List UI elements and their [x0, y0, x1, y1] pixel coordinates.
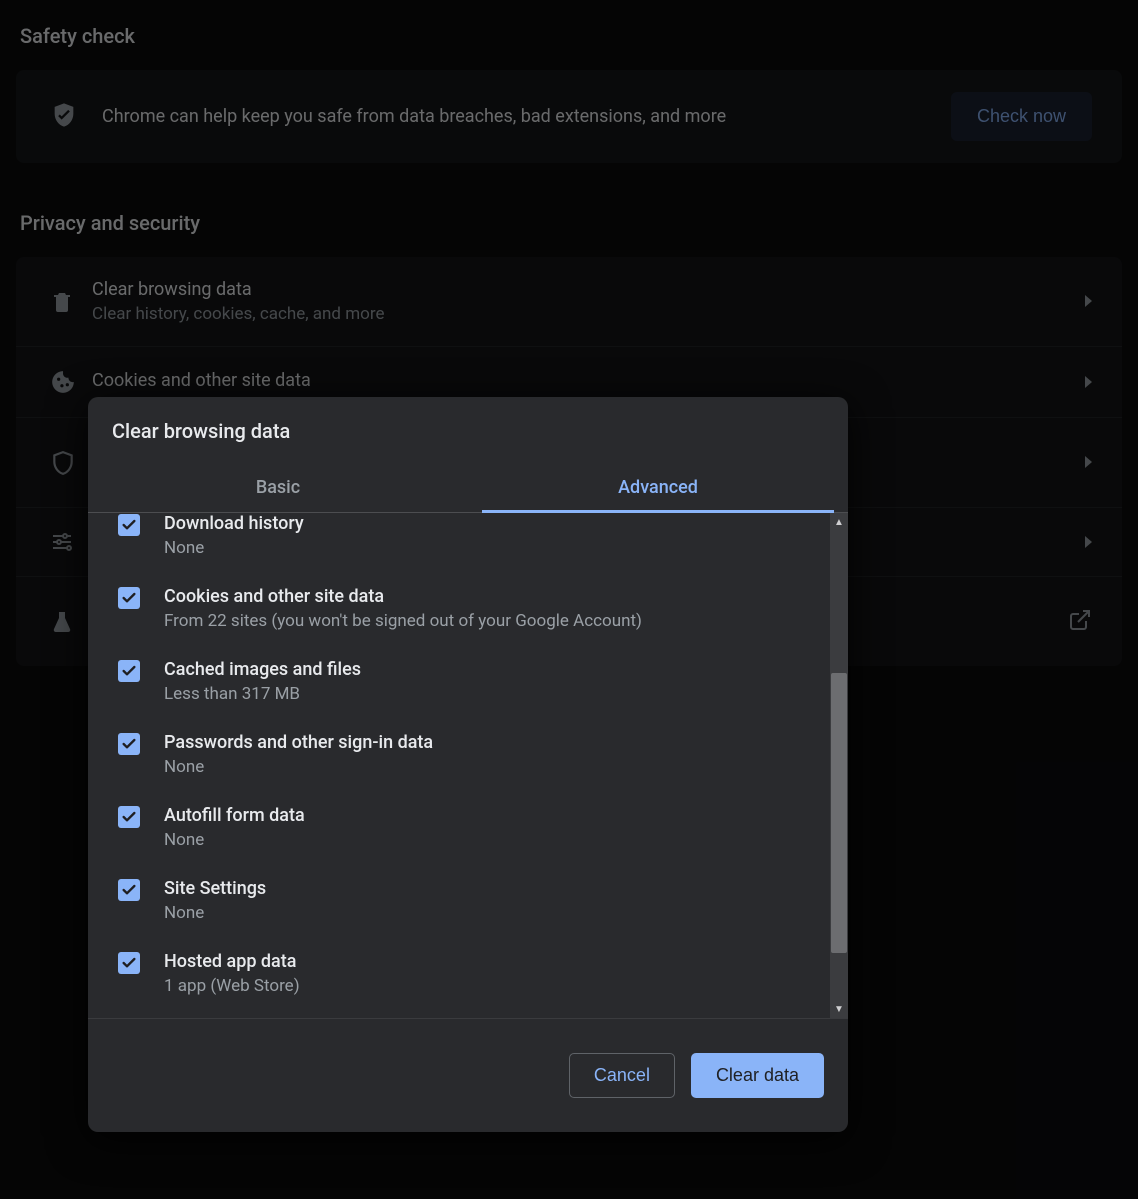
- clear-data-item: Hosted app data 1 app (Web Store): [118, 937, 812, 1010]
- checkbox[interactable]: [118, 587, 140, 631]
- tab-basic[interactable]: Basic: [88, 467, 468, 512]
- clear-data-item: Autofill form data None: [118, 791, 812, 864]
- clear-data-item: Cached images and files Less than 317 MB: [118, 645, 812, 718]
- clear-data-item-subtitle: 1 app (Web Store): [164, 976, 300, 996]
- clear-data-item-title: Passwords and other sign-in data: [164, 732, 433, 753]
- checkbox[interactable]: [118, 879, 140, 923]
- clear-data-item: Passwords and other sign-in data None: [118, 718, 812, 791]
- dialog-footer: Cancel Clear data: [88, 1018, 848, 1132]
- tab-advanced[interactable]: Advanced: [468, 467, 848, 512]
- checkmark-icon: [118, 660, 140, 682]
- clear-data-item-subtitle: None: [164, 757, 433, 777]
- clear-data-item-title: Cached images and files: [164, 659, 361, 680]
- checkbox[interactable]: [118, 660, 140, 704]
- clear-data-item: Download history None: [118, 513, 812, 572]
- clear-browsing-data-dialog: Clear browsing data Basic Advanced Downl…: [88, 397, 848, 1132]
- checkbox[interactable]: [118, 952, 140, 996]
- clear-data-item-title: Autofill form data: [164, 805, 305, 826]
- clear-data-item-subtitle: None: [164, 903, 266, 923]
- dialog-list-viewport: Download history None Cookies and other si…: [88, 513, 848, 1018]
- scrollbar[interactable]: ▲ ▼: [830, 513, 848, 1018]
- clear-data-item-title: Cookies and other site data: [164, 586, 642, 607]
- checkbox[interactable]: [118, 806, 140, 850]
- checkbox[interactable]: [118, 514, 140, 558]
- clear-data-item-texts: Passwords and other sign-in data None: [164, 732, 433, 777]
- clear-data-item-subtitle: From 22 sites (you won't be signed out o…: [164, 611, 642, 631]
- checkmark-icon: [118, 733, 140, 755]
- clear-data-button[interactable]: Clear data: [691, 1053, 824, 1098]
- checkmark-icon: [118, 952, 140, 974]
- dialog-tabs: Basic Advanced: [88, 467, 848, 513]
- checkmark-icon: [118, 879, 140, 901]
- checkmark-icon: [118, 806, 140, 828]
- clear-data-item-title: Hosted app data: [164, 951, 300, 972]
- clear-data-item-texts: Cookies and other site data From 22 sites…: [164, 586, 642, 631]
- scrollbar-down-arrow-icon[interactable]: ▼: [830, 1000, 848, 1018]
- dialog-list: Download history None Cookies and other si…: [88, 513, 830, 1018]
- clear-data-item-texts: Cached images and files Less than 317 MB: [164, 659, 361, 704]
- checkmark-icon: [118, 587, 140, 609]
- clear-data-item-title: Download history: [164, 513, 304, 534]
- clear-data-item: Cookies and other site data From 22 sites…: [118, 572, 812, 645]
- clear-data-item-subtitle: None: [164, 830, 305, 850]
- clear-data-item-texts: Autofill form data None: [164, 805, 305, 850]
- checkmark-icon: [118, 514, 140, 536]
- clear-data-item-texts: Hosted app data 1 app (Web Store): [164, 951, 300, 996]
- cancel-button[interactable]: Cancel: [569, 1053, 675, 1098]
- clear-data-item-texts: Site Settings None: [164, 878, 266, 923]
- checkbox[interactable]: [118, 733, 140, 777]
- scrollbar-up-arrow-icon[interactable]: ▲: [830, 513, 848, 531]
- scrollbar-thumb[interactable]: [831, 673, 847, 953]
- clear-data-item-title: Site Settings: [164, 878, 266, 899]
- dialog-title: Clear browsing data: [88, 397, 848, 467]
- clear-data-item: Site Settings None: [118, 864, 812, 937]
- clear-data-item-subtitle: Less than 317 MB: [164, 684, 361, 704]
- clear-data-item-texts: Download history None: [164, 513, 304, 558]
- clear-data-item-subtitle: None: [164, 538, 304, 558]
